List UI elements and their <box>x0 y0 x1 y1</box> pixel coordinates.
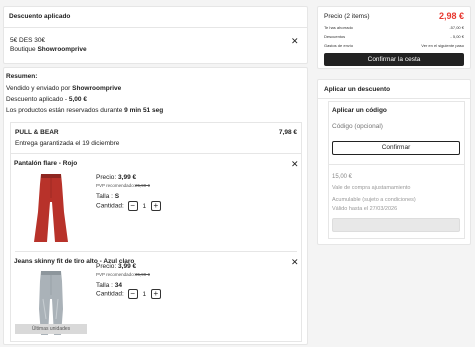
apply-voucher-button[interactable] <box>332 218 460 232</box>
order-line: Descuentos - 5,00 € <box>324 34 464 39</box>
cart-summary-panel: Resumen: Vendido y enviado por Showroomp… <box>3 67 308 345</box>
remove-discount-close-icon[interactable]: ✕ <box>291 37 299 46</box>
price-label: Precio: <box>96 174 119 181</box>
size-label: Talla : <box>96 193 115 200</box>
apply-discount-title: Aplicar un descuento <box>324 86 391 93</box>
quantity-plus-button[interactable]: + <box>150 201 161 211</box>
discount-applied-panel: Descuento aplicado 5€ DES 30€ Boutique S… <box>3 6 308 64</box>
product-rrp-line: PVP recomendado:25,99 € <box>96 183 150 188</box>
confirm-cart-button[interactable]: Confirmar la cesta <box>324 53 464 66</box>
voucher-amount: 15,00 € <box>332 174 353 180</box>
reservation-prefix: Los productos están reservados durante <box>6 107 125 114</box>
product-image[interactable] <box>31 172 71 244</box>
quantity-label: Cantidad: <box>96 290 124 298</box>
product-item: Pantalón flare - Rojo ✕ Precio: 3,99 € P… <box>11 154 301 250</box>
product-price-line: Precio: 3,99 € <box>96 263 136 270</box>
order-price-label: Precio (2 items) <box>324 13 370 20</box>
rrp-label: PVP recomendado: <box>96 272 135 277</box>
divider <box>318 98 470 99</box>
quantity-minus-button[interactable]: − <box>127 289 138 299</box>
product-price-line: Precio: 3,99 € <box>96 174 136 181</box>
discount-line-prefix: Descuento aplicado - <box>6 96 69 103</box>
product-quantity: Cantidad: − 1 + <box>96 201 161 211</box>
product-size-line: Talla : S <box>96 193 119 200</box>
product-price: 3,99 € <box>118 263 137 270</box>
remove-product-close-icon[interactable]: ✕ <box>291 160 299 169</box>
apply-discount-panel: Aplicar un descuento Aplicar un código C… <box>317 79 471 245</box>
divider <box>329 164 464 165</box>
summary-title: Resumen: <box>6 73 38 80</box>
voucher-validity: Válido hasta el 27/03/2026 <box>332 206 398 212</box>
divider <box>4 27 307 28</box>
boutique-prefix: Boutique <box>10 46 38 53</box>
quantity-minus-button[interactable]: − <box>127 201 138 211</box>
discount-boutique: Boutique Showroomprive <box>10 46 87 53</box>
product-name[interactable]: Pantalón flare - Rojo <box>14 160 77 167</box>
red-flare-pants-image <box>34 174 68 242</box>
order-line: Gastos de envío Ver en el siguiente paso <box>324 43 464 48</box>
order-line-label: Descuentos <box>324 34 346 39</box>
apply-code-box: Aplicar un código Confirmar 15,00 € Vale… <box>328 101 465 239</box>
shop-name: PULL & BEAR <box>15 129 59 136</box>
discount-code-input[interactable] <box>332 119 462 133</box>
sold-by-line: Vendido y enviado por Showroomprive <box>6 85 121 92</box>
shop-block: PULL & BEAR 7,98 € Entrega garantizada e… <box>10 122 302 342</box>
product-rrp: 35,99 € <box>134 272 150 277</box>
product-size: S <box>114 193 120 200</box>
product-rrp: 25,99 € <box>134 183 150 188</box>
quantity-label: Cantidad: <box>96 202 124 210</box>
discount-line-value: 5,00 € <box>68 96 87 103</box>
product-badge: Últimas unidades <box>15 324 87 334</box>
apply-code-title: Aplicar un código <box>332 107 387 114</box>
product-rrp-line: PVP recomendado:35,99 € <box>96 272 150 277</box>
discount-applied-title: Descuento aplicado <box>9 13 71 20</box>
remove-product-close-icon[interactable]: ✕ <box>291 258 299 267</box>
quantity-value: 1 <box>142 290 147 298</box>
voucher-note: Acumulable (sujeto a condiciones) <box>332 197 416 203</box>
discount-code: 5€ DES 30€ <box>10 37 46 44</box>
sold-by-prefix: Vendido y enviado por <box>6 85 73 92</box>
order-line-value: - 5,00 € <box>450 34 464 39</box>
reservation-time: 9 min 51 seg <box>124 107 164 114</box>
shop-delivery: Entrega garantizada el 19 diciembre <box>15 140 120 147</box>
order-line-label: Te has ahorrado <box>324 25 353 30</box>
sold-by-name: Showroomprive <box>72 85 122 92</box>
product-size: 34 <box>114 282 123 289</box>
order-line: Te has ahorrado -57,00 € <box>324 25 464 30</box>
shop-total: 7,98 € <box>278 129 297 136</box>
price-label: Precio: <box>96 263 119 270</box>
quantity-value: 1 <box>142 202 147 210</box>
confirm-code-button[interactable]: Confirmar <box>332 141 460 155</box>
order-line-value: Ver en el siguiente paso <box>421 43 464 48</box>
product-item: Jeans skinny fit de tiro alto - Azul cla… <box>11 252 301 342</box>
product-quantity: Cantidad: − 1 + <box>96 289 161 299</box>
order-line-label: Gastos de envío <box>324 43 354 48</box>
order-line-value: -57,00 € <box>449 25 464 30</box>
reservation-line: Los productos están reservados durante 9… <box>6 107 163 114</box>
size-label: Talla : <box>96 282 115 289</box>
product-price: 3,99 € <box>118 174 137 181</box>
quantity-plus-button[interactable]: + <box>150 289 161 299</box>
rrp-label: PVP recomendado: <box>96 183 135 188</box>
order-total-panel: Precio (2 items) 2,98 € Te has ahorrado -… <box>317 6 471 69</box>
product-size-line: Talla : 34 <box>96 282 122 289</box>
voucher-description: Vale de compra ajustamamiento <box>332 185 411 191</box>
order-price-total: 2,98 € <box>438 11 464 21</box>
boutique-name: Showroomprive <box>37 46 87 53</box>
discount-applied-line: Descuento aplicado - 5,00 € <box>6 96 87 103</box>
